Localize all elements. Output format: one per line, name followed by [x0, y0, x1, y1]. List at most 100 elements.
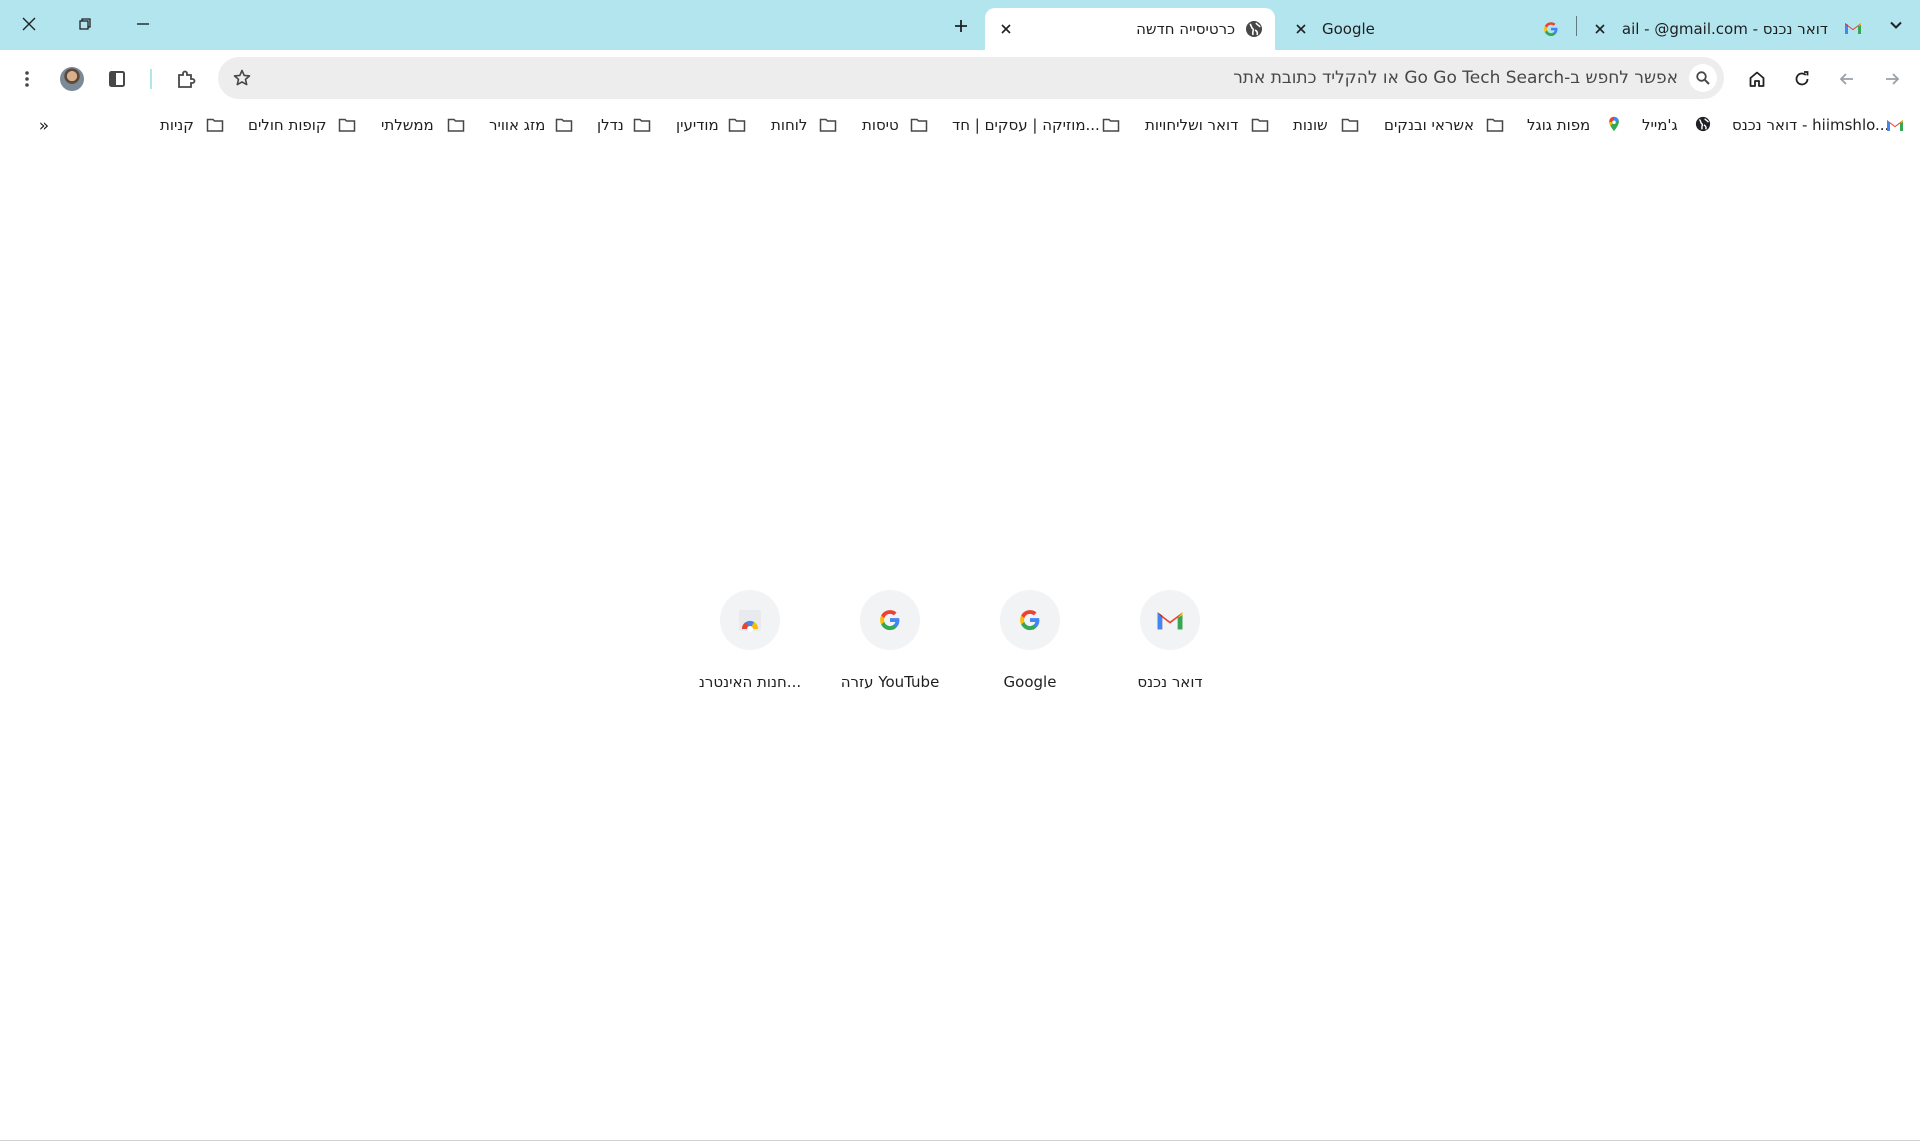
- home-button[interactable]: [1739, 61, 1775, 97]
- bookmark-label: אשראי ובנקים: [1384, 116, 1474, 134]
- home-icon: [1749, 71, 1765, 87]
- tab-gmail[interactable]: דואר נכנס - Gmail - ‎@gmail.com: [1582, 8, 1872, 50]
- close-icon: [1595, 24, 1605, 34]
- bookmark-label: טיסות: [862, 116, 899, 134]
- tab-title: כרטיסייה חדשה: [1136, 20, 1235, 38]
- bookmark-star-button[interactable]: [226, 62, 258, 94]
- bookmark-gemini[interactable]: ג'מייל: [1642, 114, 1714, 136]
- side-panel-button[interactable]: [99, 61, 135, 97]
- bookmark-google-maps[interactable]: מפות גוגל: [1527, 114, 1623, 136]
- arrow-left-icon: [1839, 73, 1853, 85]
- bookmark-folder-modiin[interactable]: מודיעין: [676, 114, 752, 136]
- chrome-web-store-icon: [739, 610, 761, 632]
- folder-icon: [447, 118, 465, 132]
- bookmarks-bar: » קניות קופות חולים ממשלתי מזג אוויר נדל…: [0, 108, 1920, 142]
- bookmark-folder-shopping[interactable]: קניות: [160, 114, 230, 136]
- maps-pin-icon: [1609, 116, 1619, 132]
- tab-close-button[interactable]: [1290, 18, 1312, 40]
- shortcut-web-store[interactable]: חנות האינטרנ...: [688, 590, 812, 700]
- kebab-menu-icon: [25, 71, 29, 87]
- omnibox-placeholder: אפשר לחפש ב-Go Go Tech Search או להקליד …: [1233, 68, 1678, 88]
- bookmark-folder-boards[interactable]: לוחות: [771, 114, 843, 136]
- shortcut-tile: [720, 590, 780, 650]
- star-icon: [233, 69, 251, 86]
- window-restore-button[interactable]: [56, 0, 114, 48]
- tab-title: Google: [1322, 20, 1375, 38]
- shortcut-label: דואר נכנס: [1137, 673, 1203, 691]
- reload-button[interactable]: [1784, 61, 1820, 97]
- bookmark-label: נדלן: [597, 116, 624, 134]
- close-icon: [1296, 24, 1306, 34]
- minimize-icon: [137, 23, 149, 25]
- gmail-icon: [1887, 120, 1903, 131]
- bookmark-label: מוזיקה | עסקים | חד...: [952, 116, 1100, 134]
- gmail-icon: [1157, 612, 1183, 630]
- forward-button[interactable]: [1874, 61, 1910, 97]
- puzzle-icon: [178, 70, 196, 88]
- bookmark-folder-credit-banks[interactable]: אשראי ובנקים: [1384, 114, 1508, 136]
- toolbar-divider: [150, 69, 152, 89]
- folder-icon: [819, 118, 837, 132]
- folder-icon: [206, 118, 224, 132]
- new-tab-button[interactable]: [942, 12, 980, 40]
- tab-google[interactable]: Google: [1280, 8, 1570, 50]
- shortcut-google[interactable]: Google: [968, 590, 1092, 700]
- reload-icon: [1795, 71, 1809, 86]
- folder-icon: [728, 118, 746, 132]
- gmail-icon: [1845, 23, 1861, 34]
- extensions-button[interactable]: [168, 61, 204, 97]
- shortcut-youtube-help[interactable]: עזרה YouTube: [828, 590, 952, 700]
- search-icon: [1696, 71, 1710, 85]
- shortcut-gmail-inbox[interactable]: דואר נכנס: [1108, 590, 1232, 700]
- window-close-button[interactable]: [0, 0, 58, 48]
- globe-icon: [1246, 21, 1262, 37]
- bookmark-folder-health-funds[interactable]: קופות חולים: [248, 114, 360, 136]
- bookmark-label: מפות גוגל: [1527, 116, 1591, 134]
- bookmark-folder-misc[interactable]: שונות: [1293, 114, 1363, 136]
- bookmark-folder-music-business[interactable]: מוזיקה | עסקים | חד...: [952, 114, 1124, 136]
- toolbar: אפשר לחפש ב-Go Go Tech Search או להקליד …: [0, 50, 1920, 108]
- bookmark-folder-government[interactable]: ממשלתי: [381, 114, 471, 136]
- bookmark-label: ג'מייל: [1642, 116, 1678, 134]
- tab-close-button[interactable]: [1589, 18, 1611, 40]
- folder-icon: [1102, 118, 1120, 132]
- close-icon: [1001, 24, 1011, 34]
- bookmark-folder-real-estate[interactable]: נדלן: [597, 114, 655, 136]
- back-button[interactable]: [1829, 61, 1865, 97]
- chrome-menu-button[interactable]: [9, 61, 45, 97]
- bookmark-label: דואר נכנס - hiimshlo...: [1732, 116, 1890, 134]
- folder-icon: [1251, 118, 1269, 132]
- folder-icon: [633, 118, 651, 132]
- google-g-icon: [1544, 22, 1558, 36]
- shortcut-label: עזרה YouTube: [840, 673, 940, 691]
- bookmark-folder-flights[interactable]: טיסות: [862, 114, 934, 136]
- omnibox[interactable]: אפשר לחפש ב-Go Go Tech Search או להקליד …: [218, 57, 1724, 99]
- bookmark-label: ממשלתי: [381, 116, 434, 134]
- shortcut-tile: [860, 590, 920, 650]
- folder-icon: [1341, 118, 1359, 132]
- folder-icon: [338, 118, 356, 132]
- shortcut-tile: [1000, 590, 1060, 650]
- shortcut-label: חנות האינטרנ...: [698, 673, 802, 691]
- bookmark-label: מזג אוויר: [489, 116, 546, 134]
- folder-icon: [555, 118, 573, 132]
- restore-icon: [79, 18, 91, 30]
- tab-title: דואר נכנס - Gmail - ‎@gmail.com: [1622, 20, 1828, 38]
- google-g-icon: [880, 610, 900, 631]
- bookmark-gmail-inbox[interactable]: דואר נכנס - hiimshlo...: [1732, 114, 1914, 136]
- bookmark-folder-mail-delivery[interactable]: דואר ושליחויות: [1145, 114, 1275, 136]
- shortcut-tile: [1140, 590, 1200, 650]
- profile-avatar[interactable]: [60, 67, 84, 91]
- window-minimize-button[interactable]: [114, 0, 172, 48]
- bookmark-label: לוחות: [771, 116, 808, 134]
- shortcut-label: Google: [1003, 673, 1057, 691]
- tab-new-tab[interactable]: כרטיסייה חדשה: [985, 8, 1275, 50]
- omnibox-search-button: [1689, 64, 1717, 92]
- side-panel-icon: [109, 71, 125, 87]
- bookmark-label: דואר ושליחויות: [1145, 116, 1239, 134]
- bookmarks-overflow-button[interactable]: »: [30, 114, 58, 138]
- bookmark-folder-weather[interactable]: מזג אוויר: [489, 114, 581, 136]
- tab-search-button[interactable]: [1878, 10, 1914, 40]
- folder-icon: [910, 118, 928, 132]
- tab-close-button[interactable]: [995, 18, 1017, 40]
